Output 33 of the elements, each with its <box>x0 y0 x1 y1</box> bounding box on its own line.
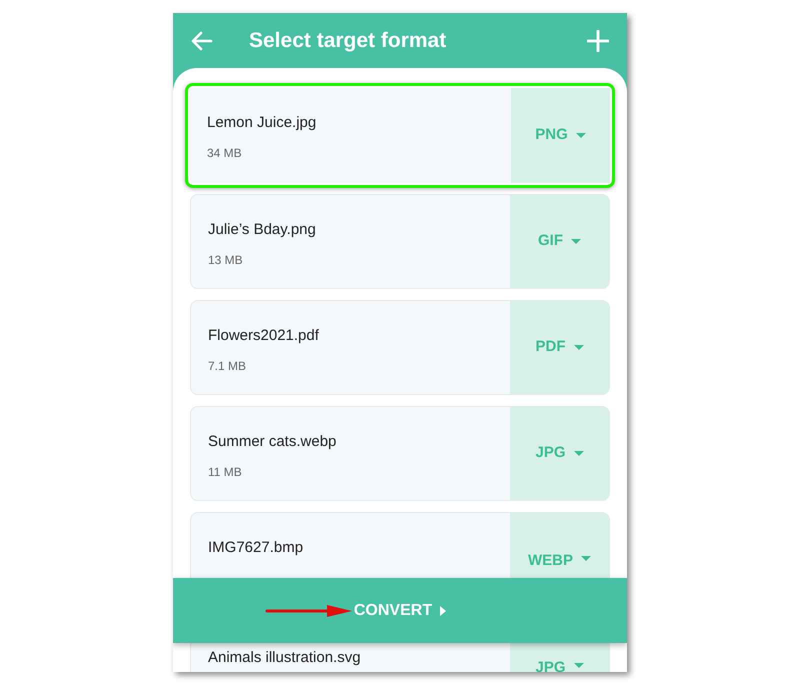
format-dropdown[interactable]: WEBP <box>510 513 609 578</box>
file-name: IMG7627.bmp <box>208 538 304 558</box>
dropdown-caret-icon <box>576 133 586 138</box>
file-name: Julie’s Bday.png <box>208 220 317 240</box>
file-card[interactable]: Summer cats.webp 11 MB JPG <box>190 406 610 501</box>
dropdown-caret-icon <box>574 451 584 456</box>
dropdown-caret-icon <box>571 239 581 244</box>
format-dropdown[interactable]: JPG <box>510 643 609 672</box>
format-dropdown[interactable]: PDF <box>510 301 609 394</box>
back-icon[interactable] <box>191 30 213 50</box>
file-card[interactable]: Animals illustration.svg JPG <box>190 643 610 672</box>
dropdown-caret-icon <box>581 556 591 561</box>
file-card[interactable]: IMG7627.bmp WEBP <box>190 512 610 578</box>
caret-icon <box>440 606 446 616</box>
format-dropdown[interactable]: GIF <box>510 195 609 288</box>
file-size: 11 MB <box>208 464 243 480</box>
convert-button[interactable]: CONVERT <box>173 578 627 643</box>
format-dropdown[interactable]: PNG <box>511 88 610 183</box>
file-name: Lemon Juice.jpg <box>207 113 318 133</box>
file-card[interactable]: Lemon Juice.jpg 34 MB PNG <box>185 83 615 188</box>
add-icon[interactable] <box>587 30 609 52</box>
file-name: Summer cats.webp <box>208 432 338 452</box>
file-name: Animals illustration.svg <box>208 648 362 668</box>
file-size: 7.1 MB <box>208 358 248 374</box>
format-dropdown[interactable]: JPG <box>510 407 609 500</box>
dropdown-caret-icon <box>574 663 584 668</box>
file-name: Flowers2021.pdf <box>208 326 320 346</box>
screen-title: Select target format <box>249 28 446 54</box>
file-size: 13 MB <box>208 252 244 268</box>
file-size: 34 MB <box>207 144 243 162</box>
dropdown-caret-icon <box>574 345 584 350</box>
file-card[interactable]: Flowers2021.pdf 7.1 MB PDF <box>190 300 610 395</box>
file-card[interactable]: Julie’s Bday.png 13 MB GIF <box>190 194 610 289</box>
